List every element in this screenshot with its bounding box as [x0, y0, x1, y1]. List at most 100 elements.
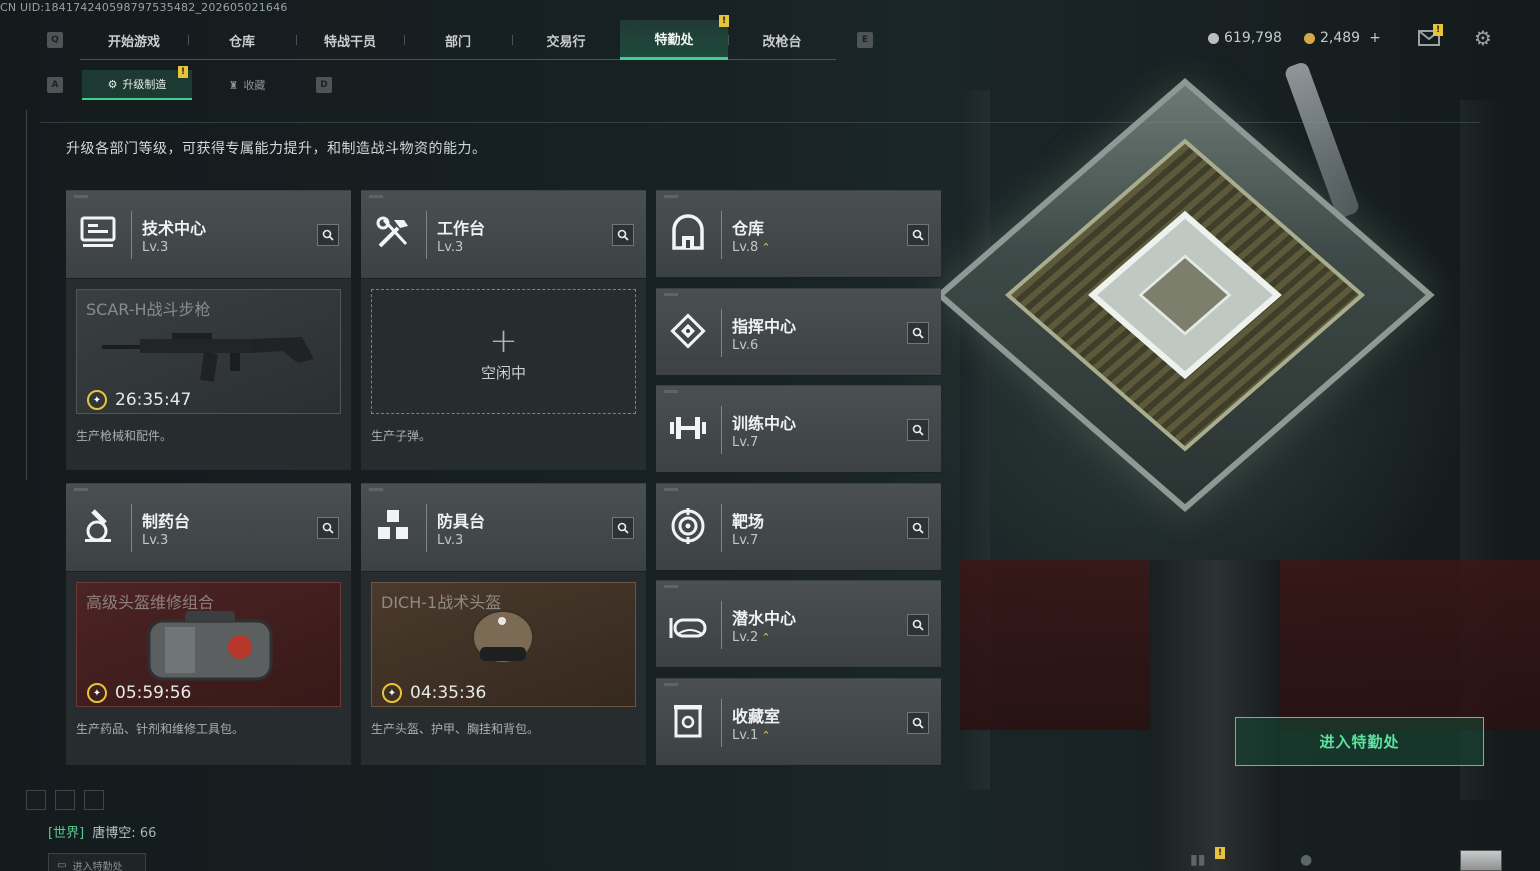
- nav-right-key[interactable]: E: [857, 32, 873, 48]
- card-title: 仓库: [732, 219, 765, 238]
- card-level: Lv.8 ⌃: [732, 240, 771, 255]
- bottom-badge: !: [1215, 847, 1225, 859]
- bottom-enter-label: 进入特勤处: [72, 861, 123, 871]
- tab-start-game[interactable]: 开始游戏: [80, 20, 188, 60]
- card-title: 指挥中心: [732, 317, 797, 336]
- collection-icon: [668, 701, 708, 741]
- card-pharmacy[interactable]: 制药台 Lv.3 高级头盔维修组合 ✦ 05:59:56 生产药品、针剂和维修工…: [66, 483, 351, 765]
- search-icon[interactable]: [907, 224, 929, 246]
- empty-production-slot[interactable]: + 空闲中: [371, 289, 636, 414]
- warehouse-icon: [668, 213, 708, 253]
- silver-amount: 619,798: [1224, 30, 1282, 46]
- slot-timer: ✦ 04:35:36: [382, 683, 486, 703]
- timer-value: 26:35:47: [115, 390, 192, 410]
- craft-icon: ⚙: [107, 77, 118, 91]
- wrench-timer-icon: ✦: [87, 390, 107, 410]
- card-shooting-range[interactable]: 靶场 Lv.7: [656, 483, 941, 571]
- production-slot[interactable]: DICH-1战术头盔 ✦ 04:35:36: [371, 582, 636, 707]
- card-description: 生产子弹。: [371, 429, 432, 443]
- sub-tabs: ⚙ 升级制造 ♜ 收藏: [82, 70, 302, 100]
- gold-currency: 2,489 +: [1304, 30, 1381, 46]
- add-gold-button[interactable]: +: [1369, 30, 1381, 46]
- upgrade-available-icon: ⌃: [761, 241, 771, 254]
- add-icon: +: [489, 321, 518, 361]
- search-icon[interactable]: [317, 224, 339, 246]
- tab-special-ops[interactable]: 特勤处: [620, 20, 728, 60]
- card-armor-bench[interactable]: 防具台 Lv.3 DICH-1战术头盔 ✦ 04:35:36 生产头盔、护甲、胸…: [361, 483, 646, 765]
- tab-trading[interactable]: 交易行: [512, 20, 620, 60]
- wrench-timer-icon: ✦: [87, 683, 107, 703]
- subtab-left-key[interactable]: A: [47, 77, 63, 93]
- search-icon[interactable]: [317, 517, 339, 539]
- slot-timer: ✦ 05:59:56: [87, 683, 191, 703]
- card-training-center[interactable]: 训练中心 Lv.7: [656, 385, 941, 473]
- enter-special-ops-button[interactable]: 进入特勤处: [1235, 717, 1484, 766]
- card-title: 潜水中心: [732, 609, 797, 628]
- search-icon[interactable]: [612, 517, 634, 539]
- upgrade-available-icon: ⌃: [761, 631, 771, 644]
- search-icon[interactable]: [907, 322, 929, 344]
- quick-slot[interactable]: [26, 790, 46, 810]
- nav-left-key[interactable]: Q: [47, 32, 63, 48]
- card-diving-center[interactable]: 潜水中心 Lv.2 ⌃: [656, 580, 941, 668]
- production-slot[interactable]: 高级头盔维修组合 ✦ 05:59:56: [76, 582, 341, 707]
- gold-coin-icon: [1304, 32, 1315, 44]
- card-collection-room[interactable]: 收藏室 Lv.1 ⌃: [656, 678, 941, 766]
- card-level: Lv.1 ⌃: [732, 728, 771, 743]
- repair-kit-bag-image: [147, 611, 273, 681]
- quick-slot[interactable]: [84, 790, 104, 810]
- card-warehouse[interactable]: 仓库 Lv.8 ⌃: [656, 190, 941, 278]
- card-command-center[interactable]: 指挥中心 Lv.6: [656, 288, 941, 376]
- slot-item-name: SCAR-H战斗步枪: [86, 300, 211, 319]
- command-icon: [668, 311, 708, 351]
- computer-icon: [78, 213, 118, 253]
- tab-department[interactable]: 部门: [404, 20, 512, 60]
- card-level: Lv.7: [732, 533, 759, 548]
- card-level: Lv.6: [732, 338, 759, 353]
- search-icon[interactable]: [907, 614, 929, 636]
- armor-blocks-icon: [373, 506, 413, 546]
- search-icon[interactable]: [907, 517, 929, 539]
- subtab-badge: !: [178, 66, 188, 78]
- quick-slot[interactable]: [55, 790, 75, 810]
- special-ops-cube: [935, 77, 1435, 513]
- search-icon[interactable]: [907, 712, 929, 734]
- subtab-upgrade-craft[interactable]: ⚙ 升级制造: [82, 70, 192, 100]
- card-description: 生产药品、针剂和维修工具包。: [76, 722, 245, 736]
- subtab-right-key[interactable]: D: [316, 77, 332, 93]
- bar-chart-icon[interactable]: ▮▮: [1190, 852, 1205, 871]
- gear-icon[interactable]: ⚙: [1471, 26, 1495, 50]
- tab-operators[interactable]: 特战干员: [296, 20, 404, 60]
- tab-warehouse[interactable]: 仓库: [188, 20, 296, 60]
- card-level: Lv.3: [142, 240, 169, 255]
- card-title: 制药台: [142, 512, 191, 531]
- tab-gunsmith[interactable]: 改枪台: [728, 20, 836, 60]
- card-level: Lv.3: [437, 240, 464, 255]
- avatar[interactable]: [1460, 850, 1502, 871]
- chat-line[interactable]: [世界] 唐博空: 66: [48, 822, 156, 841]
- timer-value: 05:59:56: [115, 683, 192, 703]
- search-icon[interactable]: [612, 224, 634, 246]
- goggles-icon: [668, 603, 708, 643]
- card-tech-center[interactable]: 技术中心 Lv.3 SCAR-H战斗步枪 ✦ 26:35:47 生产枪械和配件。: [66, 190, 351, 470]
- card-level: Lv.3: [437, 533, 464, 548]
- timer-value: 04:35:36: [410, 683, 487, 703]
- page-description: 升级各部门等级，可获得专属能力提升，和制造战斗物资的能力。: [66, 141, 487, 157]
- card-level: Lv.7: [732, 435, 759, 450]
- search-icon[interactable]: [907, 419, 929, 441]
- left-rule: [26, 110, 27, 480]
- card-workbench[interactable]: 工作台 Lv.3 + 空闲中 生产子弹。: [361, 190, 646, 470]
- production-slot[interactable]: SCAR-H战斗步枪 ✦ 26:35:47: [76, 289, 341, 414]
- friends-icon[interactable]: ●: [1300, 852, 1312, 871]
- card-level: Lv.3: [142, 533, 169, 548]
- target-icon: [668, 506, 708, 546]
- card-title: 收藏室: [732, 707, 781, 726]
- card-title: 技术中心: [142, 219, 207, 238]
- bottom-enter-button[interactable]: ▭ 进入特勤处: [48, 853, 146, 871]
- card-title: 工作台: [437, 219, 486, 238]
- subtab-upgrade-label: 升级制造: [122, 78, 167, 91]
- slot-idle-label: 空闲中: [480, 364, 526, 382]
- card-title: 训练中心: [732, 414, 797, 433]
- subtab-collection[interactable]: ♜ 收藏: [192, 70, 302, 100]
- card-description: 生产枪械和配件。: [76, 429, 173, 443]
